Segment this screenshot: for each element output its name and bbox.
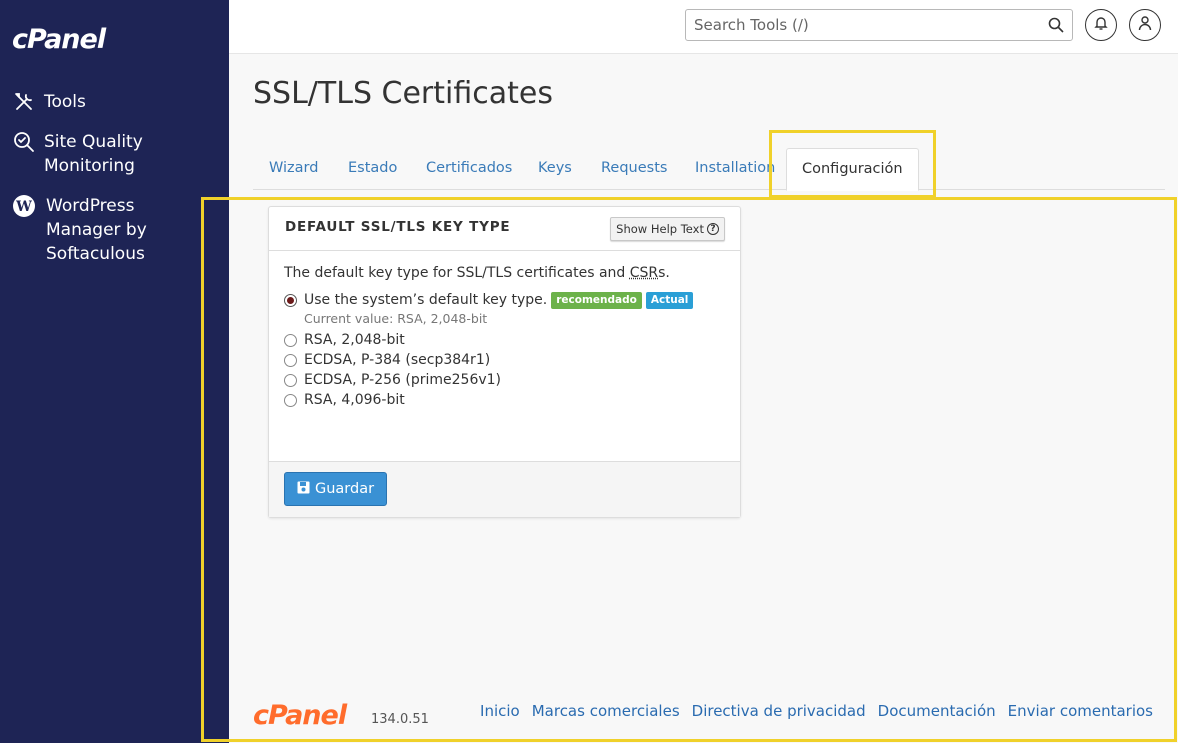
footer-link-documentacion[interactable]: Documentación — [878, 702, 996, 720]
footer-link-inicio[interactable]: Inicio — [480, 702, 520, 720]
site-quality-icon — [12, 130, 36, 154]
option-rsa-4096: RSA, 4,096-bit — [284, 390, 725, 410]
radio-rsa-2048[interactable] — [284, 333, 297, 347]
option-ecdsa-p256: ECDSA, P-256 (prime256v1) — [284, 370, 725, 390]
tools-icon — [12, 90, 36, 114]
panel-title: DEFAULT SSL/TLS KEY TYPE — [285, 219, 511, 235]
tab-bar: Wizard Estado Certificados Keys Requests… — [253, 147, 1165, 191]
footer-cpanel-logo[interactable]: cPanel — [253, 700, 347, 731]
save-button-label: Guardar — [315, 481, 375, 497]
sidebar-item-wordpress[interactable]: W WordPress Manager by Softaculous — [12, 194, 196, 266]
csr-abbr: CSR — [629, 265, 659, 281]
show-help-button[interactable]: Show Help Text ? — [610, 217, 725, 241]
option-rsa-2048: RSA, 2,048-bit — [284, 330, 725, 350]
version-text: 134.0.51 — [371, 712, 429, 727]
wordpress-icon: W — [12, 194, 36, 218]
sidebar-item-tools[interactable]: Tools — [12, 90, 86, 114]
save-button[interactable]: Guardar — [284, 472, 388, 506]
option-label: RSA, 2,048-bit — [304, 332, 405, 348]
option-label: ECDSA, P-384 (secp384r1) — [304, 352, 491, 368]
option-ecdsa-p384: ECDSA, P-384 (secp384r1) — [284, 350, 725, 370]
top-header — [229, 0, 1178, 54]
tab-wizard[interactable]: Wizard — [269, 160, 318, 176]
radio-ecdsa-p256[interactable] — [284, 373, 297, 387]
radio-ecdsa-p384[interactable] — [284, 353, 297, 367]
current-badge: Actual — [645, 291, 694, 309]
tab-certificados[interactable]: Certificados — [426, 160, 512, 176]
radio-system-default[interactable] — [284, 293, 297, 307]
user-menu-button[interactable] — [1129, 9, 1161, 41]
tab-configuracion[interactable]: Configuración — [786, 148, 919, 191]
sidebar: cPanel Tools Site Quality Monitoring W W… — [0, 0, 229, 743]
panel-header: DEFAULT SSL/TLS KEY TYPE Show Help Text … — [269, 207, 740, 251]
footer-link-comentarios[interactable]: Enviar comentarios — [1008, 702, 1153, 720]
key-type-panel: DEFAULT SSL/TLS KEY TYPE Show Help Text … — [268, 206, 741, 518]
search-box — [685, 9, 1073, 41]
notifications-button[interactable] — [1085, 9, 1117, 41]
cpanel-logo[interactable]: cPanel — [12, 24, 106, 55]
tab-requests[interactable]: Requests — [601, 160, 667, 176]
option-label: Use the system’s default key type. — [304, 292, 548, 308]
user-icon — [1138, 15, 1152, 35]
panel-description: The default key type for SSL/TLS certifi… — [284, 265, 725, 281]
bell-icon — [1094, 15, 1108, 35]
footer-links: Inicio Marcas comerciales Directiva de p… — [480, 702, 1153, 720]
option-system-default: Use the system’s default key type. recom… — [284, 290, 725, 310]
footer-link-privacidad[interactable]: Directiva de privacidad — [692, 702, 866, 720]
search-icon[interactable] — [1048, 17, 1064, 33]
current-value-text: Current value: RSA, 2,048-bit — [304, 311, 488, 326]
tab-installation[interactable]: Installation — [695, 160, 775, 176]
recommended-badge: recomendado — [551, 291, 642, 309]
tab-keys[interactable]: Keys — [538, 160, 572, 176]
sidebar-item-site-quality[interactable]: Site Quality Monitoring — [12, 130, 154, 178]
description-suffix: s. — [658, 265, 670, 281]
panel-footer: Guardar — [269, 461, 740, 517]
tab-estado[interactable]: Estado — [348, 160, 397, 176]
svg-text:W: W — [15, 199, 32, 215]
radio-rsa-4096[interactable] — [284, 393, 297, 407]
page-title: SSL/TLS Certificates — [253, 76, 553, 111]
help-button-label: Show Help Text — [616, 222, 704, 236]
sidebar-item-label: WordPress Manager by Softaculous — [46, 196, 147, 264]
sidebar-item-label: Site Quality Monitoring — [44, 132, 143, 176]
option-label: ECDSA, P-256 (prime256v1) — [304, 372, 502, 388]
search-input[interactable] — [686, 10, 1026, 40]
option-label: RSA, 4,096-bit — [304, 392, 405, 408]
description-text: The default key type for SSL/TLS certifi… — [284, 265, 630, 281]
floppy-disk-icon — [297, 481, 310, 498]
question-icon: ? — [707, 223, 719, 235]
panel-body: The default key type for SSL/TLS certifi… — [269, 251, 740, 410]
footer-link-marcas[interactable]: Marcas comerciales — [532, 702, 680, 720]
sidebar-item-label: Tools — [44, 92, 86, 112]
